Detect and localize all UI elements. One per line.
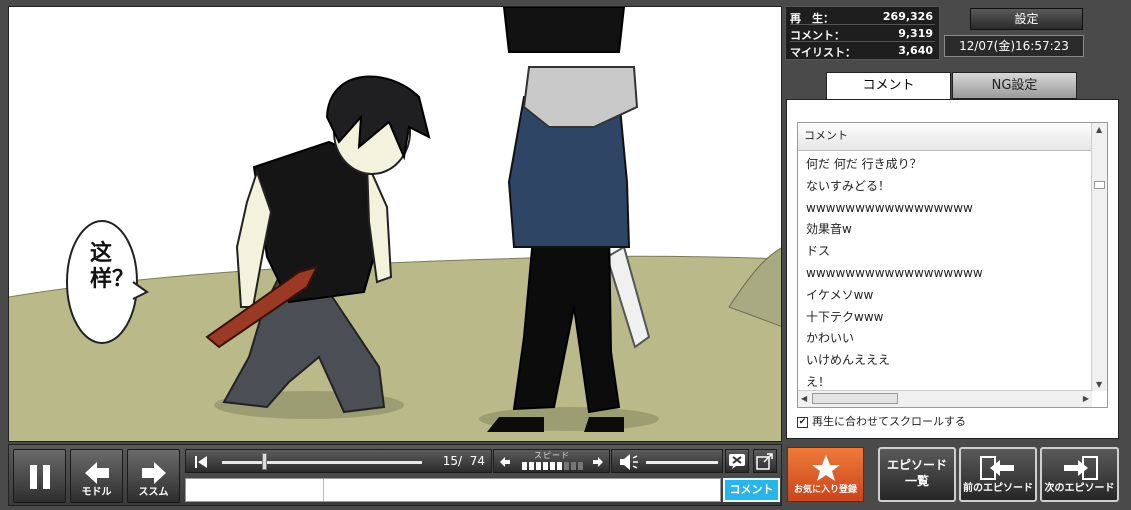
tab-comment[interactable]: コメント (826, 72, 951, 100)
list-item[interactable]: ドス (806, 241, 1086, 263)
pause-icon (29, 465, 50, 489)
volume-slider[interactable] (646, 461, 718, 464)
comment-toggle-button[interactable] (725, 449, 749, 473)
comment-panel: コメント 何だ 何だ 行き成り？ ないすみどる！ wwwwwwwwwwwwwww… (786, 99, 1119, 439)
sync-scroll-checkbox[interactable]: ✔ (797, 416, 808, 428)
speed-up-icon[interactable] (592, 456, 604, 468)
comment-command-field[interactable] (186, 479, 324, 501)
views-row: 再 生： 269,326 (790, 8, 935, 25)
add-favorite-button[interactable]: お気に入り登録 (787, 447, 864, 502)
episode-list-label-bottom: 一覧 (904, 474, 929, 488)
forward-button-label: ススム (138, 487, 169, 498)
back-button[interactable]: モドル (70, 449, 123, 503)
star-icon (811, 455, 840, 481)
speed-segment (571, 462, 576, 470)
comment-list[interactable]: コメント 何だ 何だ 行き成り？ ないすみどる！ wwwwwwwwwwwwwww… (797, 122, 1108, 408)
mylist-value: 3,640 (898, 44, 933, 57)
list-item[interactable]: 十下テクwww (806, 307, 1086, 329)
add-favorite-label: お気に入り登録 (793, 485, 857, 495)
scroll-up-icon[interactable]: ▲ (1096, 125, 1102, 134)
settings-button[interactable]: 設定 (970, 8, 1083, 30)
speed-segment (529, 462, 534, 470)
comments-count-row: コメント： 9,319 (790, 25, 935, 42)
fullscreen-icon (756, 453, 773, 470)
speed-down-icon[interactable] (499, 456, 511, 468)
seek-track[interactable] (222, 461, 422, 464)
list-item[interactable]: 効果音w (806, 219, 1086, 241)
comment-input[interactable] (185, 478, 721, 502)
forward-button[interactable]: ススム (127, 449, 180, 503)
tab-ng-settings[interactable]: NG設定 (952, 72, 1077, 99)
speed-segment (557, 462, 562, 470)
list-item[interactable]: ないすみどる！ (806, 176, 1086, 198)
comment-column-header[interactable]: コメント (798, 123, 1092, 151)
control-bar: モドル ススム 15/ 74 スピード コメント (8, 444, 782, 506)
speed-label: スピード (534, 451, 570, 460)
prev-episode-button[interactable]: 前のエピソード (959, 447, 1037, 502)
scroll-down-icon[interactable]: ▼ (1096, 380, 1102, 389)
next-episode-label: 次のエピソード (1044, 483, 1115, 494)
speaker-icon[interactable] (618, 453, 640, 471)
vertical-scroll-thumb[interactable] (1094, 181, 1105, 189)
sync-scroll-option[interactable]: ✔ 再生に合わせてスクロールする (797, 413, 966, 429)
speed-segment (543, 462, 548, 470)
time-display: 15/ 74 (442, 454, 485, 468)
prev-episode-label: 前のエピソード (963, 483, 1033, 494)
list-item[interactable]: wwwwwwwwwwwwwwwwww (806, 263, 1086, 285)
seek-handle[interactable] (262, 453, 267, 470)
scroll-left-icon[interactable]: ◀ (801, 394, 807, 403)
comment-rows: 何だ 何だ 行き成り？ ないすみどる！ wwwwwwwwwwwwwwwww 効果… (806, 154, 1086, 394)
episode-list-button[interactable]: エピソード 一覧 (878, 447, 956, 502)
volume-control (611, 449, 723, 473)
video-frame (9, 7, 781, 441)
speech-bubble-text: 这样？ (90, 241, 135, 292)
sync-scroll-label: 再生に合わせてスクロールする (812, 415, 966, 428)
speed-control: スピード (493, 449, 610, 473)
list-item[interactable]: いけめんえええ (806, 350, 1086, 372)
speed-segment (578, 462, 583, 470)
list-item[interactable]: wwwwwwwwwwwwwwwww (806, 198, 1086, 220)
video-stats: 再 生： 269,326 コメント： 9,319 マイリスト： 3,640 (785, 6, 940, 60)
skip-to-start-icon[interactable] (194, 455, 210, 469)
pause-button[interactable] (13, 449, 66, 503)
mylist-label: マイリスト： (790, 46, 856, 59)
current-datetime: 12/07(金)16:57:23 (944, 35, 1084, 57)
speed-segment (550, 462, 555, 470)
next-episode-button[interactable]: 次のエピソード (1040, 447, 1119, 502)
speed-segment (522, 462, 527, 470)
list-item[interactable]: イケメソww (806, 285, 1086, 307)
fullscreen-button[interactable] (753, 449, 777, 473)
comments-count-value: 9,319 (898, 27, 933, 40)
views-label: 再 生： (790, 12, 834, 25)
video-player[interactable]: 这样？ (8, 6, 782, 442)
comments-count-label: コメント： (790, 29, 845, 42)
views-value: 269,326 (882, 10, 933, 23)
comment-hide-icon (729, 454, 745, 469)
speed-segment (564, 462, 569, 470)
episode-list-label-top: エピソード (886, 458, 947, 472)
seek-bar[interactable]: 15/ 74 (185, 449, 492, 473)
mylist-row: マイリスト： 3,640 (790, 42, 935, 59)
horizontal-scrollbar[interactable]: ◀ ▶ (798, 390, 1092, 407)
vertical-scrollbar[interactable]: ▲ ▼ (1091, 123, 1107, 391)
comment-submit-button[interactable]: コメント (723, 478, 780, 502)
scroll-right-icon[interactable]: ▶ (1083, 394, 1089, 403)
horizontal-scroll-thumb[interactable] (812, 393, 898, 404)
speed-segment (536, 462, 541, 470)
list-item[interactable]: 何だ 何だ 行き成り？ (806, 154, 1086, 176)
list-item[interactable]: かわいい (806, 328, 1086, 350)
back-button-label: モドル (81, 487, 112, 498)
